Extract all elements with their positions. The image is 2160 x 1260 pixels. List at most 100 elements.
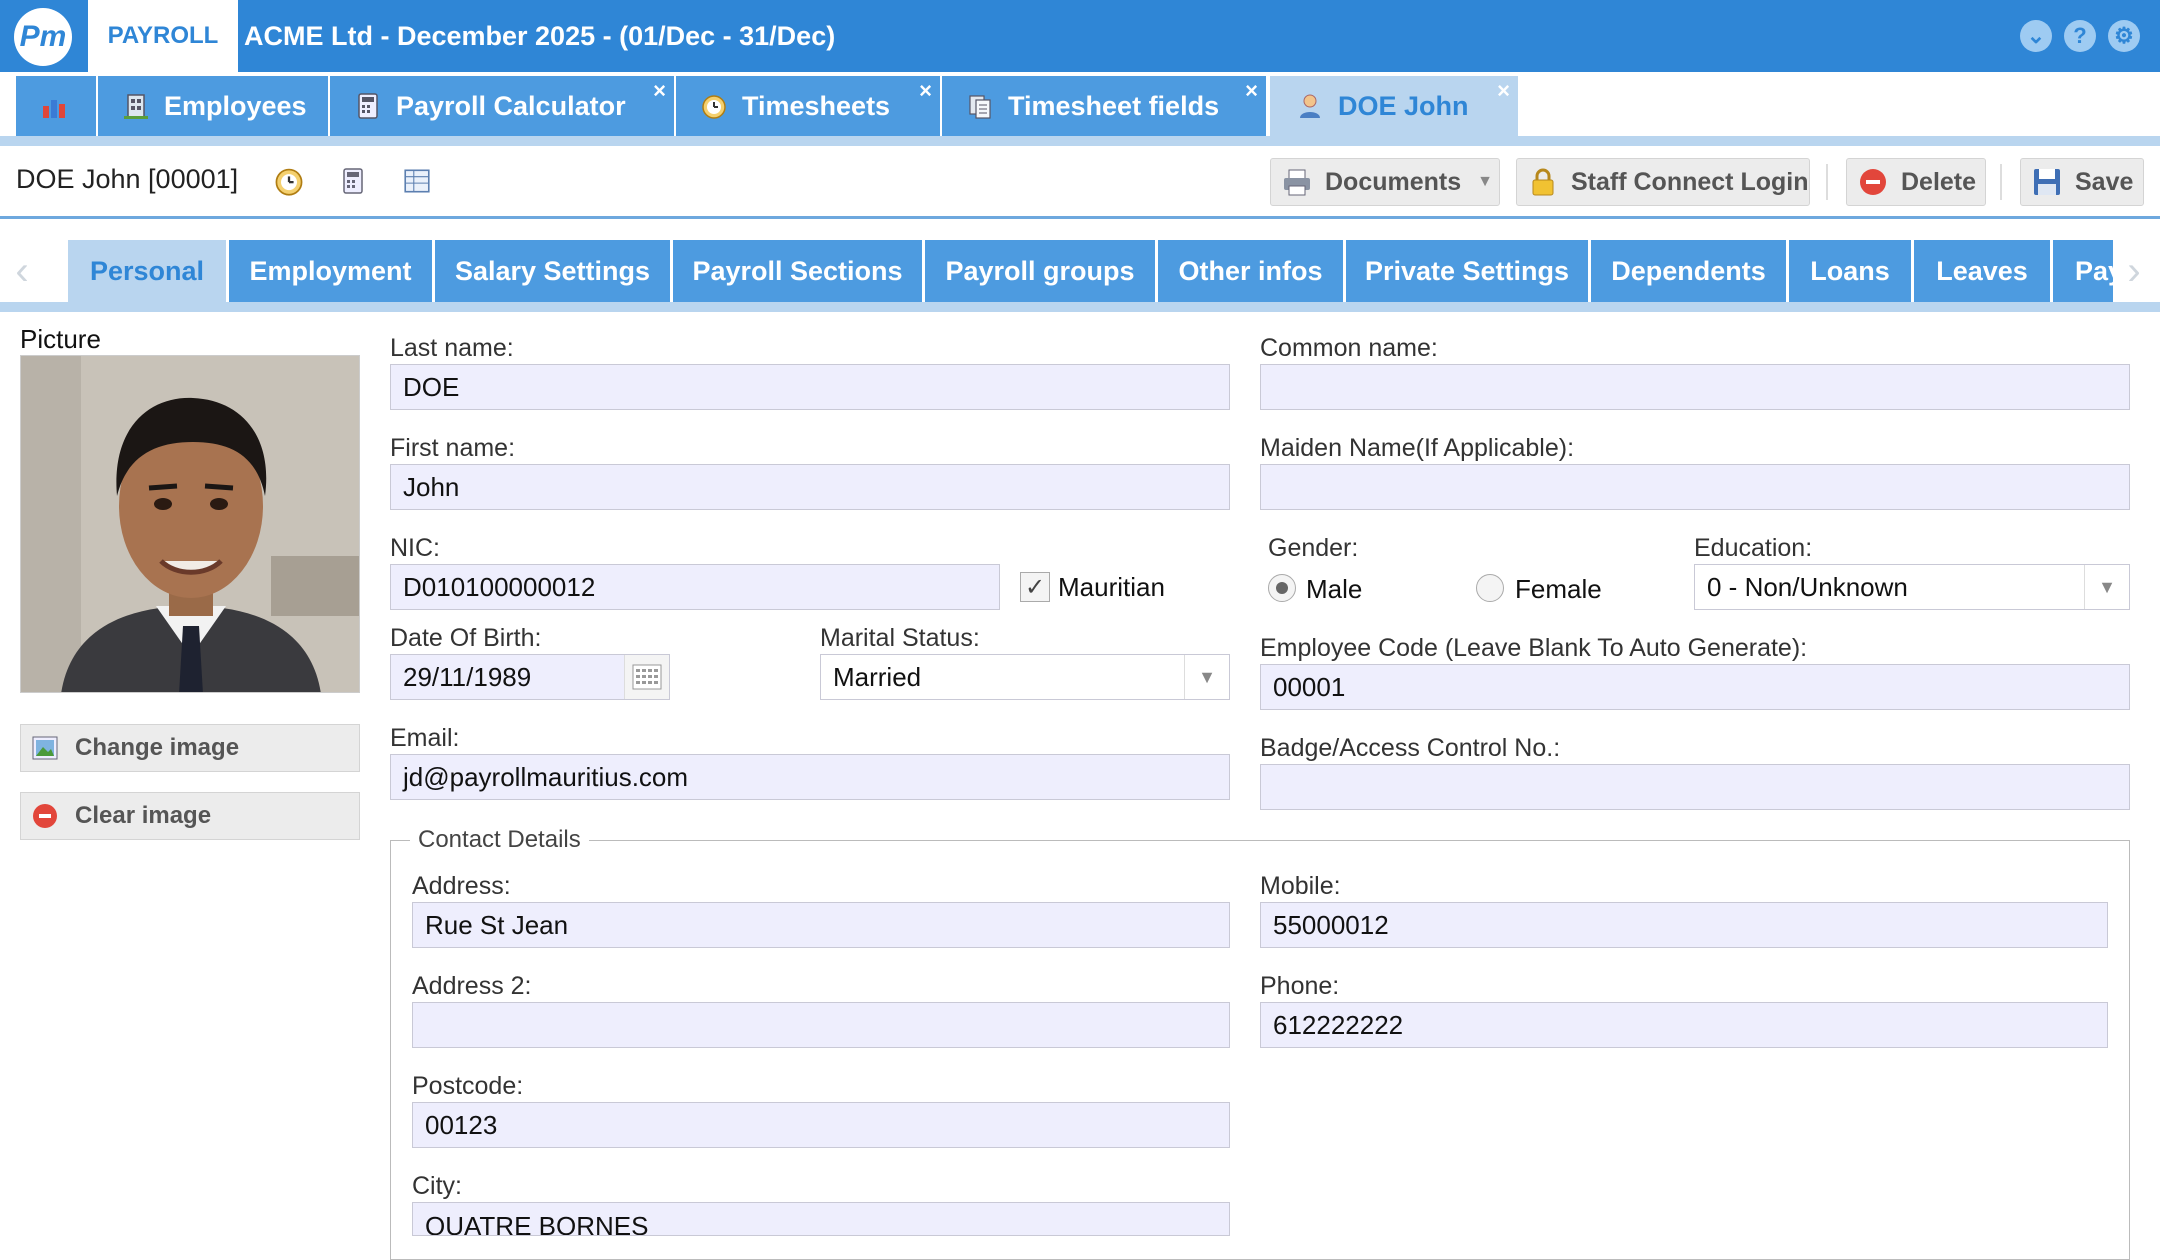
- timesheet-clock-icon[interactable]: [272, 164, 306, 198]
- calculator-icon[interactable]: [336, 164, 370, 198]
- last-name-label: Last name:: [390, 334, 514, 362]
- mauritian-checkbox[interactable]: ✓: [1020, 572, 1050, 602]
- help-icon[interactable]: ?: [2064, 20, 2096, 52]
- address-field[interactable]: Rue St Jean: [412, 902, 1230, 948]
- contact-details-legend: Contact Details: [410, 826, 589, 854]
- save-button[interactable]: Save: [2020, 158, 2144, 206]
- change-image-label: Change image: [75, 734, 240, 761]
- first-name-field[interactable]: John: [390, 464, 1230, 510]
- badge-label: Badge/Access Control No.:: [1260, 734, 1561, 762]
- tab-timesheet-fields[interactable]: Timesheet fields ×: [942, 76, 1266, 136]
- chevron-right-icon[interactable]: ›: [2114, 240, 2154, 302]
- phone-field[interactable]: 612222222: [1260, 1002, 2108, 1048]
- tab-label: Employees: [164, 90, 307, 121]
- education-select[interactable]: 0 - Non/Unknown ▼: [1694, 564, 2130, 610]
- lock-icon: [1532, 168, 1554, 196]
- tab-payroll-groups[interactable]: Payroll groups: [925, 240, 1155, 302]
- address-2-label: Address 2:: [412, 972, 532, 1000]
- postcode-field[interactable]: 00123: [412, 1102, 1230, 1148]
- tab-label: Timesheets: [742, 90, 891, 121]
- table-icon[interactable]: [400, 164, 434, 198]
- chevron-down-icon: ▼: [1477, 173, 1493, 190]
- tab-payroll-sections[interactable]: Payroll Sections: [673, 240, 922, 302]
- chevron-down-icon: ▼: [1184, 655, 1229, 699]
- tab-private-settings[interactable]: Private Settings: [1346, 240, 1588, 302]
- employee-code-label: Employee Code (Leave Blank To Auto Gener…: [1260, 634, 1808, 662]
- staff-connect-label: Staff Connect Login: [1571, 167, 1809, 196]
- gender-male-radio[interactable]: [1268, 574, 1296, 602]
- common-name-field[interactable]: [1260, 364, 2130, 410]
- staff-connect-login-button[interactable]: Staff Connect Login: [1516, 158, 1810, 206]
- tab-leaves[interactable]: Leaves: [1914, 240, 2050, 302]
- tab-dashboard[interactable]: [16, 76, 96, 136]
- close-icon[interactable]: ×: [1497, 78, 1510, 104]
- maiden-name-field[interactable]: [1260, 464, 2130, 510]
- badge-field[interactable]: [1260, 764, 2130, 810]
- dob-field[interactable]: 29/11/1989: [390, 654, 670, 700]
- toolbar-divider: [1826, 164, 1828, 200]
- toolbar-divider: [2000, 164, 2002, 200]
- change-image-button[interactable]: Change image: [20, 724, 360, 772]
- app-tab-payroll[interactable]: PAYROLL: [88, 0, 238, 72]
- email-label: Email:: [390, 724, 460, 752]
- city-field[interactable]: QUATRE BORNES: [412, 1202, 1230, 1236]
- tab-employees[interactable]: Employees: [98, 76, 328, 136]
- documents-label: Documents: [1325, 167, 1462, 196]
- marital-status-label: Marital Status:: [820, 624, 980, 652]
- close-icon[interactable]: ×: [653, 78, 666, 104]
- chevron-down-icon[interactable]: ⌄: [2020, 20, 2052, 52]
- chevron-down-icon: ▼: [2084, 565, 2129, 609]
- mobile-field[interactable]: 55000012: [1260, 902, 2108, 948]
- record-title: DOE John [00001]: [16, 164, 239, 194]
- tab-personal[interactable]: Personal: [68, 240, 226, 302]
- employee-code-field[interactable]: 00001: [1260, 664, 2130, 710]
- gender-female-radio[interactable]: [1476, 574, 1504, 602]
- postcode-label: Postcode:: [412, 1072, 524, 1100]
- maiden-name-label: Maiden Name(If Applicable):: [1260, 434, 1575, 462]
- tab-doe-john[interactable]: DOE John ×: [1270, 76, 1518, 136]
- module-tab-underline: [0, 136, 2160, 146]
- address-2-field[interactable]: [412, 1002, 1230, 1048]
- chevron-left-icon[interactable]: ‹: [2, 240, 42, 302]
- calculator-icon: [358, 93, 378, 119]
- first-name-label: First name:: [390, 434, 516, 462]
- calendar-icon[interactable]: [624, 655, 669, 699]
- save-label: Save: [2075, 167, 2134, 196]
- common-name-label: Common name:: [1260, 334, 1438, 362]
- tab-payroll-calculator[interactable]: Payroll Calculator ×: [330, 76, 674, 136]
- documents-button[interactable]: Documents ▼: [1270, 158, 1500, 206]
- company-period-title: ACME Ltd - December 2025 - (01/Dec - 31/…: [244, 21, 836, 51]
- last-name-field[interactable]: DOE: [390, 364, 1230, 410]
- address-label: Address:: [412, 872, 511, 900]
- tab-label: DOE John: [1338, 90, 1469, 121]
- tab-dependents[interactable]: Dependents: [1591, 240, 1786, 302]
- tab-salary-settings[interactable]: Salary Settings: [435, 240, 670, 302]
- gear-icon[interactable]: ⚙: [2108, 20, 2140, 52]
- dob-value: 29/11/1989: [403, 661, 532, 692]
- tab-timesheets[interactable]: Timesheets ×: [676, 76, 940, 136]
- floppy-disk-icon: [2034, 169, 2060, 195]
- email-field[interactable]: jd@payrollmauritius.com: [390, 754, 1230, 800]
- clear-image-button[interactable]: Clear image: [20, 792, 360, 840]
- tab-loans[interactable]: Loans: [1789, 240, 1911, 302]
- tab-employment[interactable]: Employment: [229, 240, 432, 302]
- education-value: 0 - Non/Unknown: [1707, 571, 1908, 602]
- pages-icon: [969, 95, 991, 119]
- user-icon: [1300, 94, 1320, 118]
- tab-other-infos[interactable]: Other infos: [1158, 240, 1343, 302]
- section-tab-underline: [0, 302, 2160, 312]
- close-icon[interactable]: ×: [1245, 78, 1258, 104]
- marital-status-select[interactable]: Married ▼: [820, 654, 1230, 700]
- dob-label: Date Of Birth:: [390, 624, 542, 652]
- delete-icon: [1860, 169, 1886, 195]
- picture-label: Picture: [20, 324, 101, 354]
- gender-label: Gender:: [1268, 534, 1359, 562]
- delete-button[interactable]: Delete: [1846, 158, 1986, 206]
- tab-pay[interactable]: Pay: [2053, 240, 2113, 302]
- chart-icon: [43, 100, 65, 118]
- nic-field[interactable]: D010100000012: [390, 564, 1000, 610]
- clear-image-label: Clear image: [75, 802, 212, 829]
- nic-label: NIC:: [390, 534, 440, 562]
- tab-label: Timesheet fields: [1008, 90, 1220, 121]
- close-icon[interactable]: ×: [919, 78, 932, 104]
